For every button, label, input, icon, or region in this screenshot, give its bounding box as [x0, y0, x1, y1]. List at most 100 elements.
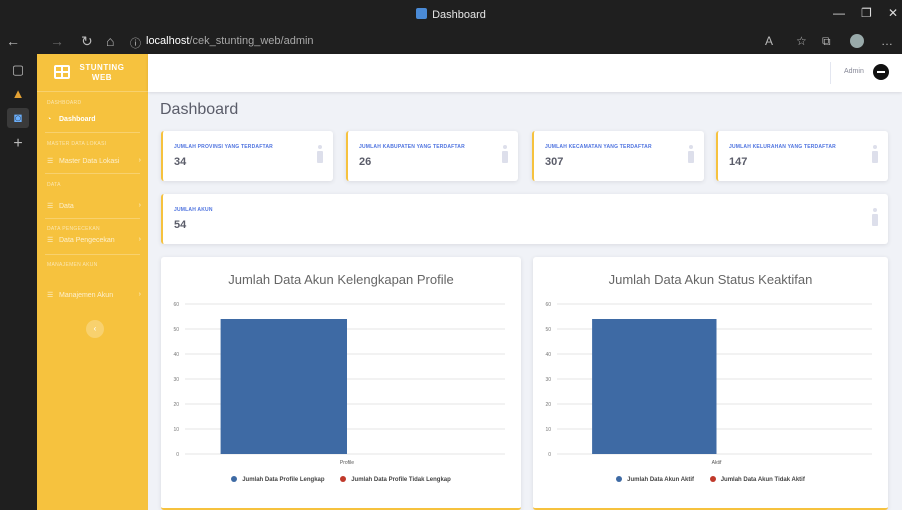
chart-legend: Jumlah Data Akun Aktif Jumlah Data Akun … — [533, 476, 888, 483]
stat-label: JUMLAH KABUPATEN YANG TERDAFTAR — [359, 144, 465, 150]
stat-card-kelurahan: JUMLAH KELURAHAN YANG TERDAFTAR 147 — [716, 131, 888, 181]
chevron-right-icon: › — [138, 291, 141, 298]
legend-label: Jumlah Data Akun Tidak Aktif — [720, 477, 805, 483]
y-tick-label: 0 — [548, 452, 551, 458]
stat-label: JUMLAH KELURAHAN YANG TERDAFTAR — [729, 144, 836, 150]
sidebar-item-manajemen-akun[interactable]: ☰ Manajemen Akun › — [47, 291, 143, 299]
collections-icon[interactable]: ⧉ — [822, 34, 831, 49]
stat-value: 26 — [359, 156, 372, 168]
sidebar-heading-master-data: MASTER DATA LOKASI — [47, 141, 107, 147]
back-icon[interactable]: ← — [6, 33, 20, 49]
stat-card-akun: JUMLAH AKUN 54 — [161, 194, 888, 244]
legend-item[interactable]: Jumlah Data Profile Tidak Lengkap — [340, 476, 451, 483]
sidebar-item-label: Data Pengecekan — [59, 237, 115, 244]
sidebar-item-label: Manajemen Akun — [59, 292, 114, 299]
url-path: /cek_stunting_web/admin — [189, 35, 314, 47]
info-icon — [870, 145, 880, 165]
browser-toolbar: ← → ↻ ⌂ ⓘ localhost/cek_stunting_web/adm… — [0, 29, 902, 54]
list-icon: ☰ — [47, 158, 54, 165]
chart-legend: Jumlah Data Profile Lengkap Jumlah Data … — [161, 476, 521, 483]
tab-favicon-icon[interactable]: ▲ — [7, 84, 29, 104]
new-tab-icon[interactable]: + — [7, 134, 29, 154]
close-icon[interactable]: ✕ — [888, 6, 898, 20]
stat-value: 307 — [545, 156, 564, 168]
refresh-icon[interactable]: ↻ — [81, 33, 93, 50]
stat-value: 147 — [729, 156, 748, 168]
tab-favicon-icon — [416, 8, 428, 19]
legend-item[interactable]: Jumlah Data Akun Tidak Aktif — [709, 476, 805, 483]
bar-primary — [592, 319, 717, 454]
browser-vertical-tabs: ▢ ▲ ◙ + — [0, 54, 37, 510]
brand-text: STUNTING WEB — [79, 63, 125, 82]
x-tick-label: Profile — [340, 460, 354, 466]
sidebar: STUNTING WEB DASHBOARD ◔ Dashboard MASTER… — [37, 54, 148, 510]
y-tick-label: 20 — [173, 402, 179, 408]
chevron-right-icon: › — [138, 236, 141, 243]
topbar: Admin — [148, 54, 902, 92]
main-content: Admin Dashboard JUMLAH PROVINSI YANG TER… — [148, 54, 902, 510]
url-field[interactable]: localhost/cek_stunting_web/admin — [146, 29, 902, 54]
sidebar-brand[interactable]: STUNTING WEB — [37, 54, 148, 92]
restore-icon[interactable]: ❐ — [861, 6, 872, 20]
sidebar-heading-dashboard: DASHBOARD — [47, 100, 82, 106]
user-name[interactable]: Admin — [844, 68, 864, 75]
browser-titlebar: Dashboard — ❐ ✕ — [0, 0, 902, 29]
stat-label: JUMLAH KECAMATAN YANG TERDAFTAR — [545, 144, 652, 150]
stat-label: JUMLAH PROVINSI YANG TERDAFTAR — [174, 144, 273, 150]
sidebar-item-data[interactable]: ☰ Data › — [47, 202, 143, 210]
sidebar-item-dashboard[interactable]: ◔ Dashboard — [47, 116, 143, 123]
legend-swatch — [231, 476, 238, 482]
favorites-icon[interactable]: ☆ — [796, 34, 807, 48]
sidebar-toggle-button[interactable]: ‹ — [86, 320, 104, 338]
sidebar-item-data-pengecekan[interactable]: ☰ Data Pengecekan › — [47, 236, 143, 244]
sidebar-item-label: Dashboard — [59, 116, 96, 123]
y-tick-label: 20 — [545, 402, 551, 408]
chart-status: 0 10 20 30 40 50 60 Aktif — [545, 302, 872, 466]
legend-swatch — [340, 476, 347, 482]
legend-label: Jumlah Data Profile Lengkap — [242, 477, 325, 483]
chart-card-status: Jumlah Data Akun Status Keaktifan 0 10 20 3… — [533, 257, 888, 510]
y-tick-label: 40 — [545, 352, 551, 358]
legend-swatch — [709, 476, 716, 482]
info-icon — [500, 145, 510, 165]
x-tick-label: Aktif — [712, 460, 722, 466]
legend-item[interactable]: Jumlah Data Akun Aktif — [616, 476, 694, 483]
site-info-icon[interactable]: ⓘ — [130, 35, 141, 51]
stat-card-provinsi: JUMLAH PROVINSI YANG TERDAFTAR 34 — [161, 131, 333, 181]
list-icon: ☰ — [47, 237, 54, 244]
stat-card-kabupaten: JUMLAH KABUPATEN YANG TERDAFTAR 26 — [346, 131, 518, 181]
sidebar-divider — [45, 254, 140, 255]
stat-card-kecamatan: JUMLAH KECAMATAN YANG TERDAFTAR 307 — [532, 131, 704, 181]
info-icon — [686, 145, 696, 165]
sidebar-divider — [45, 173, 140, 174]
sidebar-divider — [45, 132, 140, 133]
sidebar-item-master-data-lokasi[interactable]: ☰ Master Data Lokasi › — [47, 157, 143, 165]
bar-primary — [220, 319, 347, 454]
y-tick-label: 10 — [545, 427, 551, 433]
more-icon[interactable]: … — [881, 34, 893, 48]
read-aloud-icon[interactable]: A — [765, 34, 773, 48]
legend-swatch — [616, 476, 623, 482]
sidebar-divider — [45, 218, 140, 219]
stat-value: 34 — [174, 156, 187, 168]
y-tick-label: 50 — [545, 327, 551, 333]
legend-item[interactable]: Jumlah Data Profile Lengkap — [231, 476, 325, 483]
legend-label: Jumlah Data Akun Aktif — [627, 477, 695, 483]
sidebar-heading-data: DATA — [47, 182, 61, 188]
sidebar-item-label: Data — [59, 203, 74, 210]
topbar-divider — [830, 62, 831, 84]
y-tick-label: 50 — [173, 327, 179, 333]
minimize-icon[interactable]: — — [833, 6, 845, 20]
user-avatar-icon[interactable] — [873, 64, 889, 80]
dashboard-icon: ◔ — [47, 116, 52, 123]
sidebar-item-label: Master Data Lokasi — [59, 158, 120, 165]
profile-avatar-icon[interactable] — [850, 34, 864, 48]
url-host: localhost — [146, 35, 190, 47]
chart-profile: 0 10 20 30 40 50 60 Profile — [173, 302, 505, 466]
stat-label: JUMLAH AKUN — [174, 207, 213, 213]
tab-actions-icon[interactable]: ▢ — [7, 60, 29, 80]
forward-icon[interactable]: → — [50, 33, 64, 49]
stat-value: 54 — [174, 219, 187, 231]
active-tab-icon[interactable]: ◙ — [7, 108, 29, 128]
home-icon[interactable]: ⌂ — [106, 33, 114, 49]
